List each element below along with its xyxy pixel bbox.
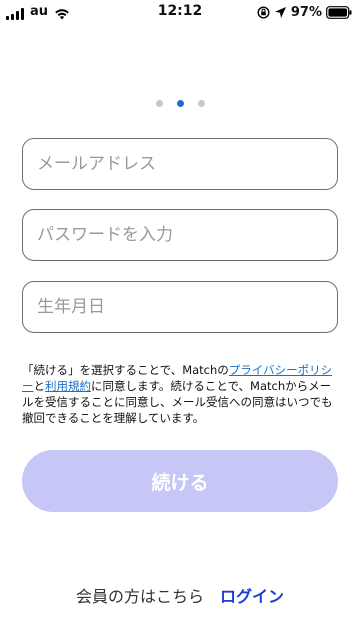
login-link[interactable]: ログイン [220, 583, 284, 607]
page-indicator [0, 100, 360, 107]
battery-icon [326, 5, 352, 19]
terms-text: 「続ける」を選択することで、Matchのプライバシーポリシーと利用規約に同意しま… [22, 362, 340, 426]
location-arrow-icon [274, 6, 286, 18]
login-prompt: 会員の方はこちら [75, 587, 204, 606]
terms-of-use-link[interactable]: 利用規約 [45, 379, 91, 393]
page-dot [155, 100, 163, 107]
birthday-input[interactable] [23, 282, 337, 332]
terms-part1: 「続ける」を選択することで、Matchの [22, 363, 229, 377]
password-input[interactable] [23, 210, 337, 260]
email-field[interactable] [22, 138, 338, 190]
rotation-lock-icon [257, 5, 270, 19]
email-input[interactable] [23, 139, 337, 189]
terms-part2: と [33, 379, 46, 393]
status-bar: au 12:12 97% [0, 0, 360, 24]
continue-button[interactable]: 続ける [22, 450, 338, 512]
battery-percent: 97% [290, 4, 322, 20]
login-row: 会員の方はこちら ログイン [0, 583, 360, 607]
page-dot [197, 100, 205, 107]
status-right: 97% [257, 4, 352, 20]
birthday-field[interactable] [22, 281, 338, 333]
password-field[interactable] [22, 209, 338, 261]
page-dot-active [176, 100, 184, 107]
